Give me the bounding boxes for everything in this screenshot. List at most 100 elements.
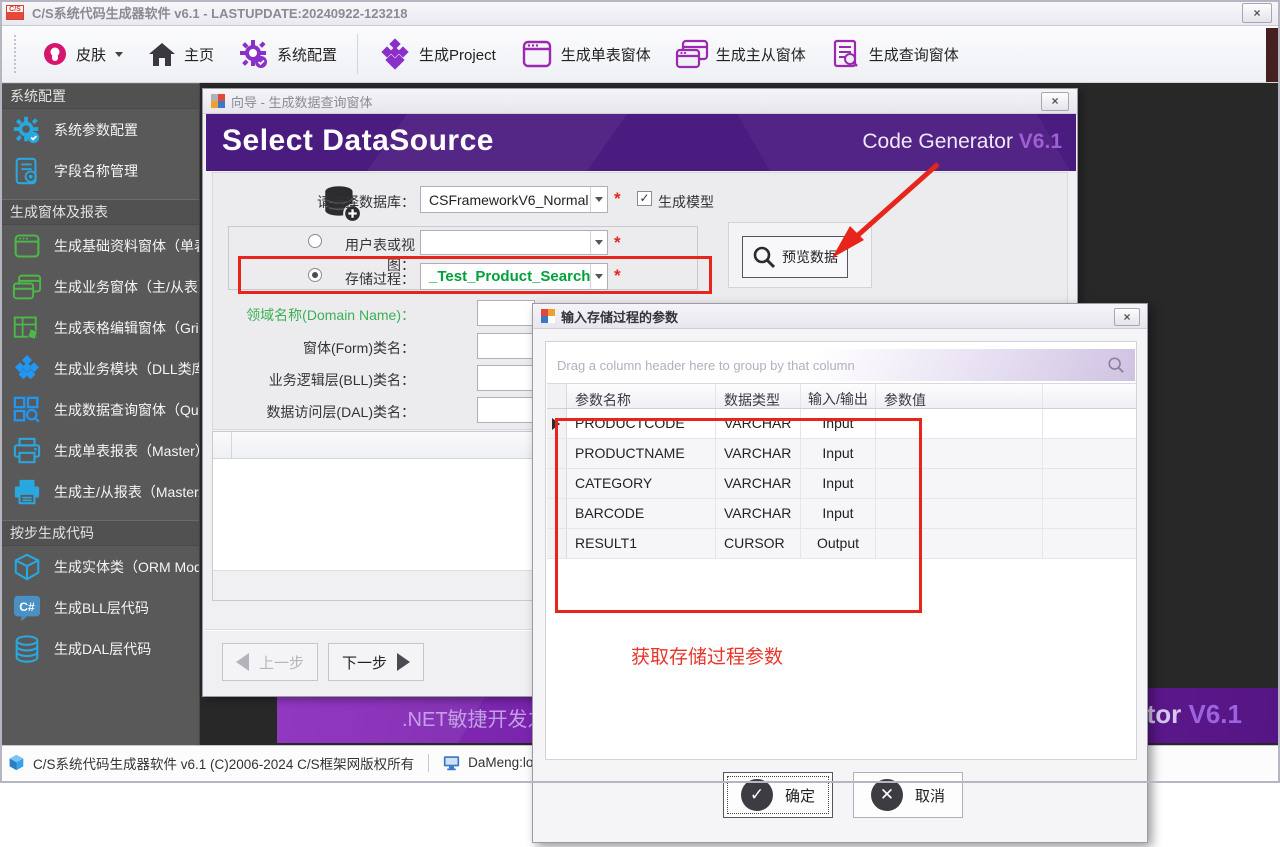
params-dialog-title: 输入存储过程的参数 bbox=[561, 307, 678, 326]
generate-model-checkbox[interactable]: ✓ bbox=[637, 191, 652, 206]
banner-brand-fragment: ator V6.1 bbox=[1132, 699, 1242, 730]
cell-extra bbox=[1043, 409, 1136, 438]
stored-proc-params-dialog: 输入存储过程的参数 × Drag a column header here to… bbox=[532, 303, 1148, 843]
preview-data-button[interactable]: 预览数据 bbox=[742, 236, 848, 278]
toolbar-item-system-config[interactable]: 系统配置 bbox=[228, 32, 347, 76]
toolbar-item-generate-project[interactable]: 生成Project bbox=[368, 31, 506, 77]
sidebar-item-dal-code[interactable]: 生成DAL层代码 bbox=[0, 628, 199, 669]
status-divider bbox=[428, 754, 429, 772]
form-class-input[interactable] bbox=[477, 333, 535, 359]
params-dialog-titlebar[interactable]: 输入存储过程的参数 bbox=[533, 304, 1147, 329]
chevron-down-icon bbox=[115, 52, 123, 57]
domain-name-label: 领域名称(Domain Name)： bbox=[235, 305, 415, 325]
gear-icon bbox=[238, 38, 270, 70]
toolbar-item-generate-query-form[interactable]: 生成查询窗体 bbox=[820, 32, 969, 76]
toolbar-item-label: 生成Project bbox=[419, 44, 496, 65]
sidebar-item-label: 生成数据查询窗体（Query bbox=[54, 400, 199, 420]
sidebar-item-business-module[interactable]: 生成业务模块（DLL类库） bbox=[0, 348, 199, 389]
blue-cube-icon bbox=[12, 552, 42, 582]
col-header-input-output[interactable]: 输入/输出 bbox=[801, 384, 876, 408]
chevron-down-icon[interactable] bbox=[590, 231, 607, 254]
main-toolbar: 皮肤 主页 系统配置 生成Project 生成单表窗体 生成主从窗体 生成查询窗… bbox=[0, 26, 1280, 83]
wizard-close-button[interactable]: × bbox=[1041, 92, 1069, 111]
master-detail-window-icon bbox=[675, 38, 709, 70]
next-step-button[interactable]: 下一步 bbox=[328, 643, 424, 681]
blue-gear-icon bbox=[12, 115, 42, 145]
banner-version: V6.1 bbox=[1189, 699, 1243, 729]
sidebar-item-bll-code[interactable]: C# 生成BLL层代码 bbox=[0, 587, 199, 628]
row-indicator-header bbox=[547, 384, 567, 408]
bll-class-input[interactable] bbox=[477, 365, 535, 391]
cancel-button[interactable]: ✕ 取消 bbox=[853, 772, 963, 818]
ok-button[interactable]: ✓ 确定 bbox=[723, 772, 833, 818]
sidebar-item-field-names[interactable]: 字段名称管理 bbox=[0, 150, 199, 191]
wizard-titlebar[interactable]: 向导 - 生成数据查询窗体 bbox=[203, 89, 1077, 114]
sidebar-item-system-params[interactable]: 系统参数配置 bbox=[0, 109, 199, 150]
toolbar-item-home[interactable]: 主页 bbox=[137, 34, 224, 74]
table-view-combobox[interactable] bbox=[420, 230, 608, 255]
skin-icon bbox=[41, 40, 69, 68]
toolbar-item-label: 生成主从窗体 bbox=[716, 44, 806, 65]
sidebar-item-label: 生成DAL层代码 bbox=[54, 639, 151, 659]
sidebar-item-basic-form[interactable]: 生成基础资料窗体（单表） bbox=[0, 225, 199, 266]
col-header-data-type[interactable]: 数据类型 bbox=[716, 384, 801, 408]
db-select-label: 请选择数据库： bbox=[265, 192, 415, 212]
x-icon: ✕ bbox=[871, 779, 903, 811]
cell-extra bbox=[1043, 469, 1136, 498]
svg-text:C#: C# bbox=[19, 599, 35, 613]
sidebar-group-system-config[interactable]: 系统配置 bbox=[0, 83, 199, 109]
sidebar-item-single-report[interactable]: 生成单表报表（Master） bbox=[0, 430, 199, 471]
status-copyright: C/S系统代码生成器软件 v6.1 (C)2006-2024 C/S框架网版权所… bbox=[33, 753, 414, 773]
next-step-label: 下一步 bbox=[342, 652, 387, 673]
params-grid-header-row[interactable]: 参数名称 数据类型 输入/输出 参数值 bbox=[547, 383, 1136, 409]
domain-name-input[interactable] bbox=[477, 300, 535, 326]
main-close-button[interactable]: × bbox=[1242, 3, 1272, 23]
dal-class-input[interactable] bbox=[477, 397, 535, 423]
toolbar-item-label: 生成单表窗体 bbox=[561, 44, 651, 65]
table-view-radio[interactable] bbox=[308, 234, 322, 248]
search-icon[interactable] bbox=[1107, 356, 1125, 374]
cancel-label: 取消 bbox=[915, 785, 945, 806]
wizard-brand: Code Generator V6.1 bbox=[862, 130, 1062, 154]
brand-text: Code Generator bbox=[862, 130, 1018, 153]
cell-extra bbox=[1043, 439, 1136, 468]
blue-printer2-icon bbox=[12, 478, 42, 506]
database-combobox[interactable]: CSFrameworkV6_Normal bbox=[420, 186, 608, 213]
toolbar-item-label: 系统配置 bbox=[277, 44, 337, 65]
sidebar-item-label: 生成业务模块（DLL类库） bbox=[54, 359, 199, 379]
blue-doc-gear-icon bbox=[12, 156, 42, 186]
prev-step-button[interactable]: 上一步 bbox=[222, 643, 318, 681]
blue-cubes-icon bbox=[12, 354, 42, 384]
sidebar-item-master-detail-report[interactable]: 生成主/从报表（Master/De bbox=[0, 471, 199, 512]
prev-step-label: 上一步 bbox=[259, 652, 304, 673]
toolbar-item-generate-master-detail-form[interactable]: 生成主从窗体 bbox=[665, 32, 816, 76]
col-header-extra bbox=[1043, 384, 1136, 408]
toolbar-item-generate-single-form[interactable]: 生成单表窗体 bbox=[510, 32, 661, 76]
toolbar-item-skin[interactable]: 皮肤 bbox=[31, 34, 133, 74]
single-window-icon bbox=[520, 38, 554, 70]
col-header-param-name[interactable]: 参数名称 bbox=[567, 384, 716, 408]
search-icon bbox=[752, 245, 776, 269]
wizard-header-banner: Select DataSource Code Generator V6.1 bbox=[206, 114, 1076, 171]
main-titlebar: C/S C/S系统代码生成器软件 v6.1 - LASTUPDATE:20240… bbox=[0, 0, 1280, 26]
groupby-hint-text: Drag a column header here to group by th… bbox=[557, 358, 855, 373]
generate-model-label: 生成模型 bbox=[658, 192, 738, 212]
toolbar-item-label: 皮肤 bbox=[76, 44, 106, 65]
sidebar-item-label: 生成实体类（ORM Model） bbox=[54, 557, 199, 577]
params-close-button[interactable]: × bbox=[1114, 308, 1140, 326]
cube-icon bbox=[8, 754, 25, 771]
sidebar-item-grid-edit-form[interactable]: 生成表格编辑窗体（Grid Ed bbox=[0, 307, 199, 348]
red-annotation-text: 获取存储过程参数 bbox=[631, 642, 783, 669]
sidebar-item-business-form[interactable]: 生成业务窗体（主/从表） bbox=[0, 266, 199, 307]
grid-groupby-panel[interactable]: Drag a column header here to group by th… bbox=[547, 349, 1135, 381]
sidebar-item-orm-model[interactable]: 生成实体类（ORM Model） bbox=[0, 546, 199, 587]
sidebar-group-forms-reports[interactable]: 生成窗体及报表 bbox=[0, 199, 199, 225]
app-logo-icon: C/S bbox=[6, 5, 24, 20]
col-header-param-value[interactable]: 参数值 bbox=[876, 384, 1043, 408]
project-cubes-icon bbox=[378, 37, 412, 71]
toolbar-grip[interactable] bbox=[14, 35, 19, 73]
sidebar-item-query-form[interactable]: 生成数据查询窗体（Query bbox=[0, 389, 199, 430]
wizard-title: 向导 - 生成数据查询窗体 bbox=[231, 92, 373, 111]
chevron-down-icon[interactable] bbox=[590, 187, 607, 212]
sidebar-group-step-codegen[interactable]: 按步生成代码 bbox=[0, 520, 199, 546]
